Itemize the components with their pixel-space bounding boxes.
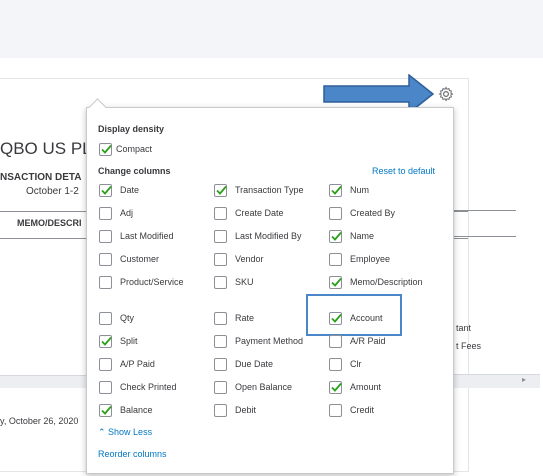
create-date-checkbox[interactable] [214, 207, 227, 220]
memo-column-header[interactable]: MEMO/DESCRI [17, 218, 82, 228]
account-label: Account [350, 313, 383, 323]
created-by-label: Created By [350, 208, 396, 218]
column-settings-panel: Display density Compact Change columns R… [86, 98, 454, 474]
compact-checkbox[interactable] [99, 143, 112, 156]
rate-label: Rate [235, 313, 255, 323]
transaction-type-checkbox[interactable] [214, 184, 227, 197]
top-bar [0, 0, 543, 58]
split-checkbox[interactable] [99, 335, 112, 348]
vendor-label: Vendor [235, 254, 264, 264]
due-date-label: Due Date [235, 359, 274, 369]
a-r-paid-checkbox[interactable] [329, 335, 342, 348]
date-checkbox[interactable] [99, 184, 112, 197]
a-r-paid-label: A/R Paid [350, 336, 386, 346]
created-by-checkbox[interactable] [329, 207, 342, 220]
debit-checkbox[interactable] [214, 404, 227, 417]
clr-label: Clr [350, 359, 362, 369]
compact-label: Compact [116, 144, 153, 154]
a-p-paid-label: A/P Paid [120, 359, 155, 369]
last-modified-checkbox[interactable] [99, 230, 112, 243]
change-columns-label: Change columns [98, 166, 171, 176]
employee-label: Employee [350, 254, 391, 264]
scroll-right-arrow-icon[interactable]: ▸ [522, 375, 526, 384]
report-cell-text: t Fees [456, 341, 482, 351]
adj-label: Adj [120, 208, 134, 218]
employee-checkbox[interactable] [329, 253, 342, 266]
num-label: Num [350, 185, 370, 195]
balance-checkbox[interactable] [99, 404, 112, 417]
show-less-link[interactable]: ⌃ Show Less [98, 427, 152, 438]
reorder-columns-link[interactable]: Reorder columns [98, 449, 167, 459]
credit-checkbox[interactable] [329, 404, 342, 417]
gear-icon[interactable] [438, 86, 454, 102]
qty-checkbox[interactable] [99, 312, 112, 325]
report-cell-text: tant [456, 323, 472, 333]
due-date-checkbox[interactable] [214, 358, 227, 371]
name-checkbox[interactable] [329, 230, 342, 243]
payment-method-checkbox[interactable] [214, 335, 227, 348]
amount-label: Amount [350, 382, 382, 392]
amount-checkbox[interactable] [329, 381, 342, 394]
date-label: Date [120, 185, 140, 195]
report-subtitle: NSACTION DETA [0, 172, 82, 183]
num-checkbox[interactable] [329, 184, 342, 197]
open-balance-checkbox[interactable] [214, 381, 227, 394]
name-label: Name [350, 231, 375, 241]
balance-label: Balance [120, 405, 153, 415]
qty-label: Qty [120, 313, 135, 323]
adj-checkbox[interactable] [99, 207, 112, 220]
report-footer-date: y, October 26, 2020 [0, 416, 79, 426]
header-divider [452, 236, 516, 237]
transaction-type-label: Transaction Type [235, 185, 304, 195]
report-date-range: October 1-2 [26, 186, 79, 197]
header-divider [452, 210, 516, 211]
customer-label: Customer [120, 254, 160, 264]
credit-label: Credit [350, 405, 375, 415]
payment-method-label: Payment Method [235, 336, 304, 346]
check-printed-checkbox[interactable] [99, 381, 112, 394]
create-date-label: Create Date [235, 208, 284, 218]
a-p-paid-checkbox[interactable] [99, 358, 112, 371]
product-service-checkbox[interactable] [99, 276, 112, 289]
clr-checkbox[interactable] [329, 358, 342, 371]
split-label: Split [120, 336, 138, 346]
sku-checkbox[interactable] [214, 276, 227, 289]
sku-label: SKU [235, 277, 254, 287]
product-service-label: Product/Service [120, 277, 184, 287]
last-modified-by-label: Last Modified By [235, 231, 302, 241]
debit-label: Debit [235, 405, 257, 415]
check-printed-label: Check Printed [120, 382, 177, 392]
account-checkbox[interactable] [329, 312, 342, 325]
memo-description-label: Memo/Description [350, 277, 423, 287]
rate-checkbox[interactable] [214, 312, 227, 325]
last-modified-label: Last Modified [120, 231, 174, 241]
memo-description-checkbox[interactable] [329, 276, 342, 289]
horizontal-scrollbar-right[interactable]: ▸ [452, 374, 540, 387]
open-balance-label: Open Balance [235, 382, 293, 392]
reset-to-default-link[interactable]: Reset to default [372, 166, 435, 176]
display-density-label: Display density [98, 124, 165, 134]
vendor-checkbox[interactable] [214, 253, 227, 266]
customer-checkbox[interactable] [99, 253, 112, 266]
last-modified-by-checkbox[interactable] [214, 230, 227, 243]
